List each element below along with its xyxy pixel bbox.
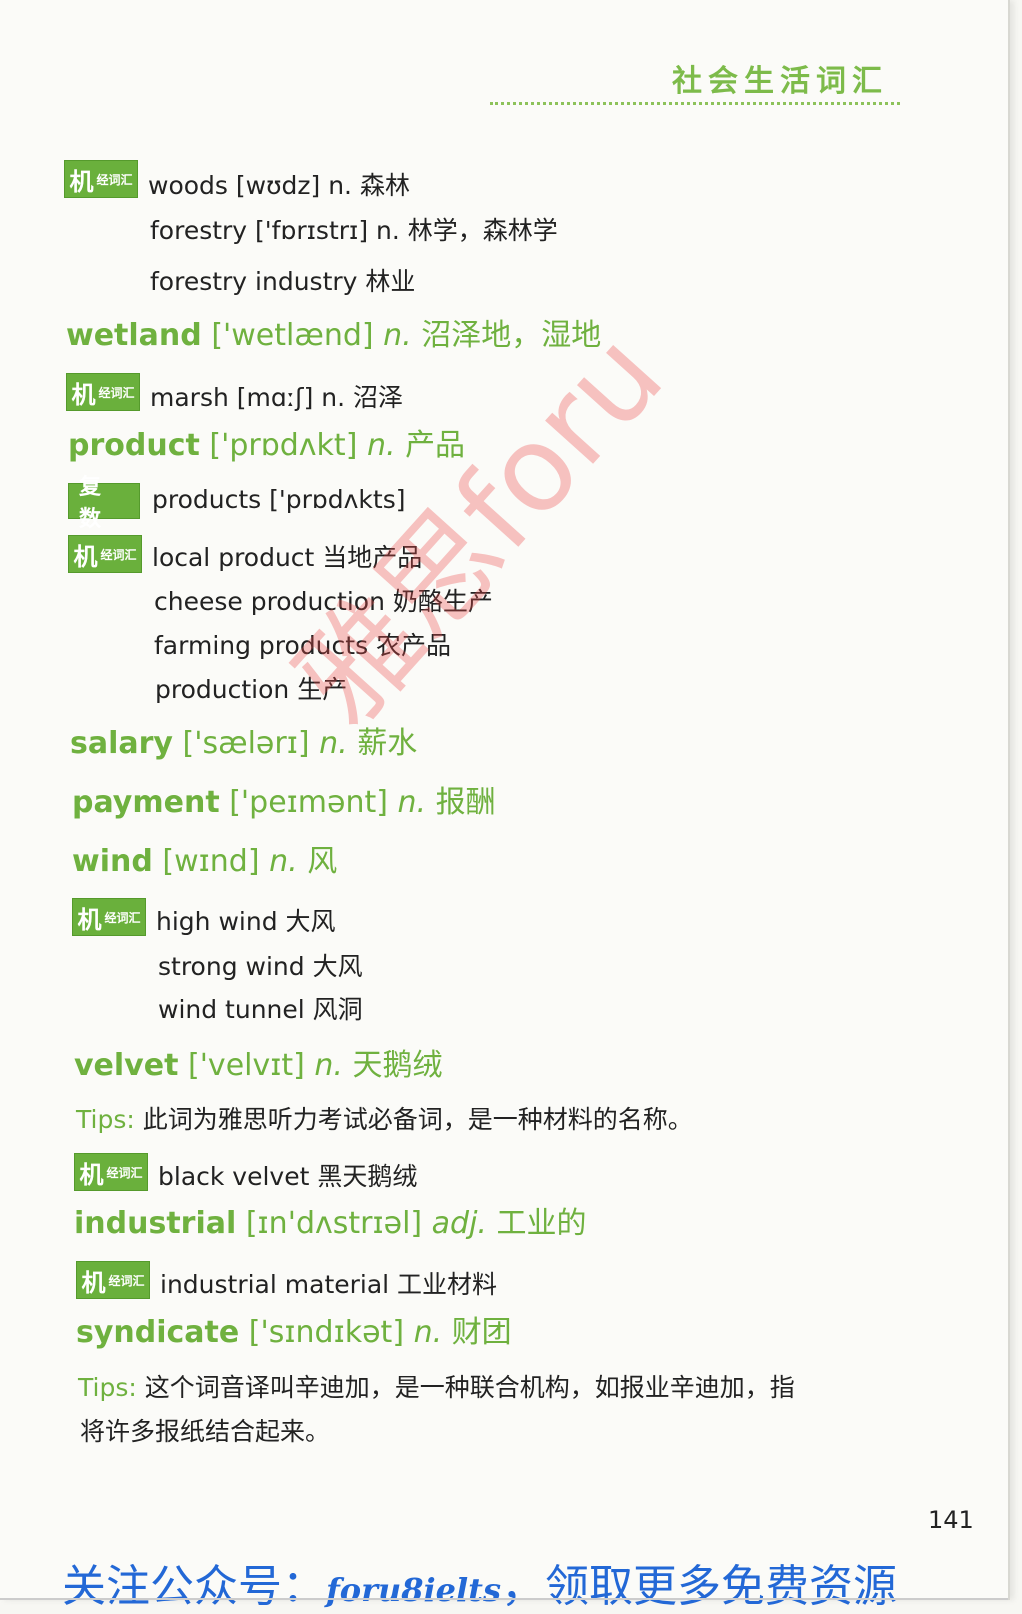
tips-syndicate-line2: 将许多报纸结合起来。 (80, 1417, 331, 1446)
headword-industrial: industrial [ɪn'dʌstrɪəl] adj. 工业的 (74, 1206, 587, 1241)
jijing-badge: 机经词汇 (76, 1261, 150, 1299)
header-dotted-rule (490, 102, 900, 105)
tips-syndicate: Tips: 这个词音译叫辛迪加，是一种联合机构，如报业辛迪加，指 (78, 1373, 795, 1402)
entry-cheese-production: cheese production 奶酪生产 (154, 587, 493, 616)
jijing-badge: 机经词汇 (74, 1153, 148, 1191)
entry-woods: woods [wʊdz] n. 森林 (148, 171, 410, 200)
headword-wind: wind [wɪnd] n. 风 (72, 844, 338, 879)
entry-marsh: marsh [mɑːʃ] n. 沼泽 (150, 383, 404, 412)
entry-production: production 生产 (155, 675, 348, 704)
jijing-badge: 机经词汇 (64, 160, 138, 198)
entry-farming-products: farming products 农产品 (154, 631, 452, 660)
book-page: 社会生活词汇 机经词汇 woods [wʊdz] n. 森林 forestry … (0, 0, 1010, 1600)
entry-products-plural: products ['prɒdʌkts] (152, 485, 406, 514)
headword-salary: salary ['sælərɪ] n. 薪水 (70, 726, 418, 761)
entry-industrial-material: industrial material 工业材料 (160, 1270, 498, 1299)
jijing-badge: 机经词汇 (68, 535, 142, 573)
headword-product: product ['prɒdʌkt] n. 产品 (68, 428, 466, 463)
entry-high-wind: high wind 大风 (156, 907, 336, 936)
jijing-badge: 机经词汇 (72, 898, 146, 936)
footer-rule (0, 1598, 1008, 1600)
headword-syndicate: syndicate ['sɪndɪkət] n. 财团 (76, 1315, 512, 1350)
headword-velvet: velvet ['velvɪt] n. 天鹅绒 (74, 1048, 443, 1083)
entry-wind-tunnel: wind tunnel 风洞 (158, 995, 363, 1024)
page-number: 141 (928, 1506, 974, 1534)
plural-badge: 复数 (68, 474, 140, 532)
entry-forestry-industry: forestry industry 林业 (150, 267, 416, 296)
tips-velvet: Tips: 此词为雅思听力考试必备词，是一种材料的名称。 (76, 1105, 693, 1134)
entry-forestry: forestry ['fɒrɪstrɪ] n. 林学，森林学 (150, 216, 558, 245)
account-name: foru8ielts (326, 1571, 501, 1609)
jijing-badge: 机经词汇 (66, 373, 140, 411)
footer-promo: 关注公众号：foru8ielts，领取更多免费资源 (62, 1561, 897, 1612)
headword-payment: payment ['peɪmənt] n. 报酬 (72, 785, 496, 820)
headword-wetland: wetland ['wetlænd] n. 沼泽地，湿地 (66, 318, 602, 353)
entry-strong-wind: strong wind 大风 (158, 952, 363, 981)
running-head: 社会生活词汇 (672, 64, 888, 99)
entry-local-product: local product 当地产品 (152, 543, 423, 572)
entry-black-velvet: black velvet 黑天鹅绒 (158, 1162, 418, 1191)
